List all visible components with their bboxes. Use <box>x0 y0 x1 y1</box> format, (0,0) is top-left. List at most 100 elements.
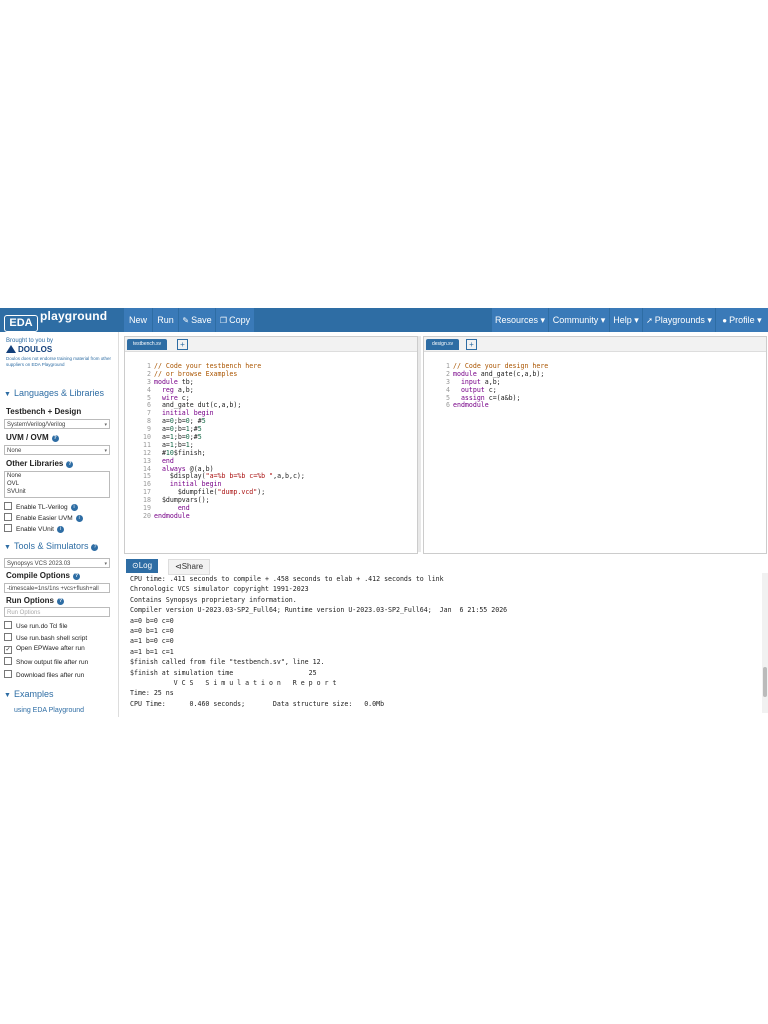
show-output-row[interactable]: Show output file after run <box>4 657 88 666</box>
other-libraries-text: Other Libraries <box>6 459 64 468</box>
disclaimer-text: Doulos does not endorse training materia… <box>6 356 112 367</box>
design-tabbar: design.sv + <box>424 337 766 352</box>
pencil-icon: ✎ <box>182 316 190 325</box>
user-icon: ● <box>722 316 728 325</box>
copy-button[interactable]: ❐ Copy <box>216 308 254 332</box>
log-line: $finish at simulation time 25 <box>130 668 317 677</box>
help-label: Help <box>613 315 632 325</box>
languages-libraries-label: Languages & Libraries <box>13 388 104 398</box>
examples-label: Examples <box>13 689 54 699</box>
library-option[interactable]: OVL <box>7 480 109 488</box>
enable-tl-verilog-checkbox[interactable] <box>4 502 12 510</box>
help-icon[interactable]: ? <box>66 461 74 468</box>
triangle-down-icon: ▼ <box>4 692 11 699</box>
use-run-do-row[interactable]: Use run.do Tcl file <box>4 621 68 630</box>
help-icon[interactable]: ? <box>91 544 99 551</box>
library-option[interactable]: None <box>7 472 109 480</box>
run-button[interactable]: Run <box>153 308 178 332</box>
use-run-bash-checkbox[interactable] <box>4 633 12 641</box>
open-epwave-row[interactable]: ✓ Open EPWave after run <box>4 645 85 654</box>
caret-down-icon: ▾ <box>600 315 606 325</box>
download-files-checkbox[interactable] <box>4 670 12 678</box>
enable-vunit-row[interactable]: Enable VUnit i <box>4 524 64 533</box>
doulos-text: DOULOS <box>18 345 53 354</box>
run-options-input[interactable]: Run Options <box>4 607 110 617</box>
log-output: CPU time: .411 seconds to compile + .458… <box>130 574 507 709</box>
log-scrollbar[interactable] <box>762 573 768 713</box>
save-button[interactable]: ✎ Save <box>179 308 215 332</box>
doulos-logo[interactable]: DOULOS <box>6 345 52 354</box>
editor-splitter[interactable] <box>418 336 421 552</box>
add-file-icon[interactable]: + <box>177 339 188 350</box>
code-token: ,a,b,c); <box>273 472 305 481</box>
help-icon[interactable]: ? <box>57 598 64 605</box>
enable-easier-uvm-checkbox[interactable] <box>4 513 12 521</box>
log-tab[interactable]: ⊙Log <box>126 559 159 573</box>
eda-playground-logo[interactable]: EDA playground <box>2 309 120 332</box>
help-icon[interactable]: ? <box>73 573 80 580</box>
log-scrollbar-thumb[interactable] <box>763 667 767 697</box>
design-editor[interactable]: design.sv + 1// Code your design here 2 mo… <box>423 336 767 554</box>
examples-header[interactable]: ▼ Examples <box>4 689 53 699</box>
help-menu[interactable]: Help ▾ <box>610 308 642 332</box>
other-libraries-list[interactable]: None OVL SVUnit <box>4 471 110 498</box>
add-file-icon[interactable]: + <box>466 339 477 350</box>
using-eda-playground-link[interactable]: using EDA Playground <box>14 707 84 714</box>
triangle-down-icon: ▼ <box>4 544 11 551</box>
language-select[interactable]: SystemVerilog/Verilog ▾ <box>4 419 110 429</box>
uvm-select[interactable]: None ▾ <box>4 445 110 455</box>
new-button[interactable]: New <box>124 308 152 332</box>
info-icon[interactable]: i <box>56 526 64 533</box>
resources-menu[interactable]: Resources ▾ <box>492 308 548 332</box>
help-icon[interactable]: ? <box>51 435 59 442</box>
enable-tl-verilog-label: Enable TL-Verilog <box>16 504 68 511</box>
library-option[interactable]: SVUnit <box>7 488 109 496</box>
community-label: Community <box>552 315 599 325</box>
open-epwave-checkbox[interactable]: ✓ <box>4 646 12 654</box>
enable-tl-verilog-row[interactable]: Enable TL-Verilog i <box>4 502 78 511</box>
code-token: module <box>453 369 477 378</box>
code-token: initial <box>154 409 190 418</box>
log-line: Contains Synopsys proprietary informatio… <box>130 595 297 604</box>
testbench-design-label: Testbench + Design <box>6 407 82 416</box>
code-token: 10 <box>165 448 174 457</box>
languages-libraries-header[interactable]: ▼ Languages & Libraries <box>4 388 104 398</box>
share-tab[interactable]: ⊲Share <box>168 559 211 575</box>
info-icon[interactable]: i <box>75 515 83 522</box>
show-output-checkbox[interactable] <box>4 657 12 665</box>
enable-vunit-checkbox[interactable] <box>4 524 12 532</box>
code-token: $finish; <box>173 448 206 457</box>
code-token: module <box>154 377 178 386</box>
design-tab[interactable]: design.sv <box>426 339 460 350</box>
simulator-select[interactable]: Synopsys VCS 2023.03 ▾ <box>4 558 110 568</box>
code-line[interactable]: 20 endmodule <box>137 512 305 521</box>
code-token: ; # <box>189 417 202 426</box>
use-run-do-label: Use run.do Tcl file <box>16 623 68 630</box>
sidebar: Brought to you by DOULOS Doulos does not… <box>0 332 119 717</box>
info-icon[interactable]: i <box>70 504 78 511</box>
code-token: c; <box>177 393 190 402</box>
compile-options-input[interactable]: -timescale=1ns/1ns +vcs+flush+all <box>4 583 110 593</box>
code-token: ;b= <box>173 433 186 442</box>
open-epwave-label: Open EPWave after run <box>16 645 85 652</box>
log-tab-icon: ⊙ <box>132 561 139 570</box>
code-line[interactable]: 6 endmodule <box>436 402 548 410</box>
profile-menu[interactable]: ● Profile ▾ <box>716 308 768 332</box>
code-token: begin <box>201 480 222 489</box>
playgrounds-menu[interactable]: ➚ Playgrounds ▾ <box>643 308 715 332</box>
resources-label: Resources <box>494 315 538 325</box>
enable-easier-uvm-row[interactable]: Enable Easier UVM i <box>4 513 83 522</box>
download-files-row[interactable]: Download files after run <box>4 670 84 679</box>
enable-easier-uvm-label: Enable Easier UVM <box>16 515 73 522</box>
use-run-bash-label: Use run.bash shell script <box>16 635 88 642</box>
testbench-editor[interactable]: testbench.sv + 1// Code your testbench h… <box>124 336 418 554</box>
log-line: a=1 b=1 c=1 <box>130 647 174 656</box>
use-run-do-checkbox[interactable] <box>4 621 12 629</box>
community-menu[interactable]: Community ▾ <box>549 308 609 332</box>
use-run-bash-row[interactable]: Use run.bash shell script <box>4 633 87 642</box>
testbench-code[interactable]: 1// Code your testbench here 2// or brows… <box>137 362 305 521</box>
tools-simulators-header[interactable]: ▼ Tools & Simulators? <box>4 541 99 551</box>
code-token: "dump.vcd" <box>217 488 258 497</box>
design-code[interactable]: 1// Code your design here 2 module and_gat… <box>436 362 548 410</box>
testbench-tab[interactable]: testbench.sv <box>127 339 168 350</box>
